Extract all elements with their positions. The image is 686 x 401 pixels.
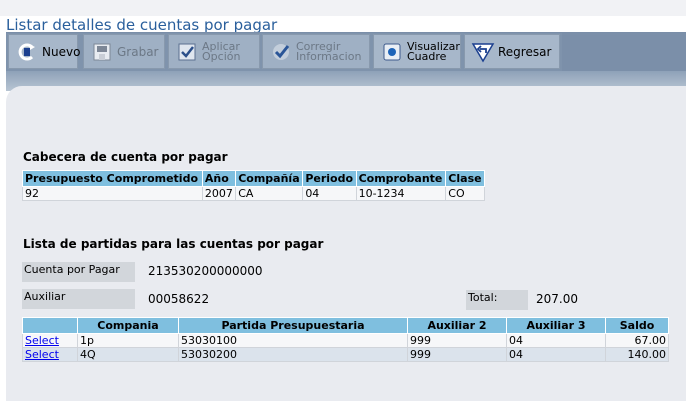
apply-option-label: Aplicar Opción [202,41,241,63]
cell-aux2-1: 999 [407,333,507,348]
cell-aux2-2: 999 [407,347,507,362]
view-balance-label: Visualizar Cuadre [407,41,460,63]
cell-clase: CO [445,186,485,201]
cell-aux3-2: 04 [506,347,606,362]
table-row: Select 1p 53030100 999 04 67.00 [22,333,669,348]
view-icon [380,40,404,64]
correct-info-label: Corregir Informacion [296,41,362,63]
cell-presupuesto: 92 [22,186,203,201]
col-aux2: Auxiliar 2 [407,317,507,334]
header-table-head: Presupuesto Comprometido Año Compañía Pe… [22,170,485,187]
cell-saldo-1: 67.00 [605,333,669,348]
table-row: Select 4Q 53030200 999 04 140.00 [22,347,669,362]
col-periodo: Periodo [302,170,357,187]
col-aux3: Auxiliar 3 [506,317,606,334]
back-button-label: Regresar [498,44,552,59]
col-saldo: Saldo [605,317,669,334]
top-strip [0,0,686,16]
apply-icon [175,40,199,64]
back-icon [471,40,495,64]
select-link-1[interactable]: Select [25,334,59,347]
total-label: Total: [466,290,528,310]
cuenta-label: Cuenta por Pagar [22,262,135,282]
header-table-row: 92 2007 CA 04 10-1234 CO [22,186,485,201]
correct-info-button[interactable]: Corregir Informacion [262,34,370,69]
new-icon [15,40,39,64]
cell-periodo: 04 [302,186,357,201]
save-button[interactable]: Grabar [83,34,165,69]
apply-option-button[interactable]: Aplicar Opción [168,34,260,69]
total-value: 207.00 [536,292,578,306]
col-action [22,317,78,334]
cell-partida-2: 53030200 [178,347,408,362]
col-partida: Partida Presupuestaria [178,317,408,334]
back-button[interactable]: Regresar [464,34,560,69]
col-clase: Clase [445,170,485,187]
cell-compania-2: 4Q [77,347,179,362]
save-icon [90,40,114,64]
cuenta-value: 213530200000000 [148,264,263,278]
apply-option-line2: Opción [202,49,241,63]
select-link-2[interactable]: Select [25,348,59,361]
col-presupuesto: Presupuesto Comprometido [22,170,203,187]
items-table: Compania Partida Presupuestaria Auxiliar… [22,317,669,362]
cell-comprobante: 10-1234 [355,186,447,201]
auxiliar-value: 00058622 [148,292,210,306]
new-button[interactable]: Nuevo [8,34,81,69]
header-table: Presupuesto Comprometido Año Compañía Pe… [22,170,485,201]
cell-partida-1: 53030100 [178,333,408,348]
cell-compania-1: 1p [77,333,179,348]
view-balance-button[interactable]: Visualizar Cuadre [373,34,461,69]
cell-saldo-2: 140.00 [605,347,669,362]
col-anio: Año [201,170,237,187]
correct-icon [269,40,293,64]
save-button-label: Grabar [117,44,159,59]
new-button-label: Nuevo [42,44,81,59]
items-table-head: Compania Partida Presupuestaria Auxiliar… [22,317,669,334]
cell-compania: CA [235,186,304,201]
toolbar-filler [562,33,686,71]
col-compania: Compañía [235,170,304,187]
correct-info-line2: Informacion [296,49,362,63]
col-comprobante: Comprobante [355,170,447,187]
cell-anio: 2007 [201,186,237,201]
col-items-compania: Compania [77,317,179,334]
header-section-title: Cabecera de cuenta por pagar [23,150,228,164]
items-section-title: Lista de partidas para las cuentas por p… [23,237,324,251]
auxiliar-label: Auxiliar [22,289,135,309]
cell-aux3-1: 04 [506,333,606,348]
view-balance-line2: Cuadre [407,49,447,63]
